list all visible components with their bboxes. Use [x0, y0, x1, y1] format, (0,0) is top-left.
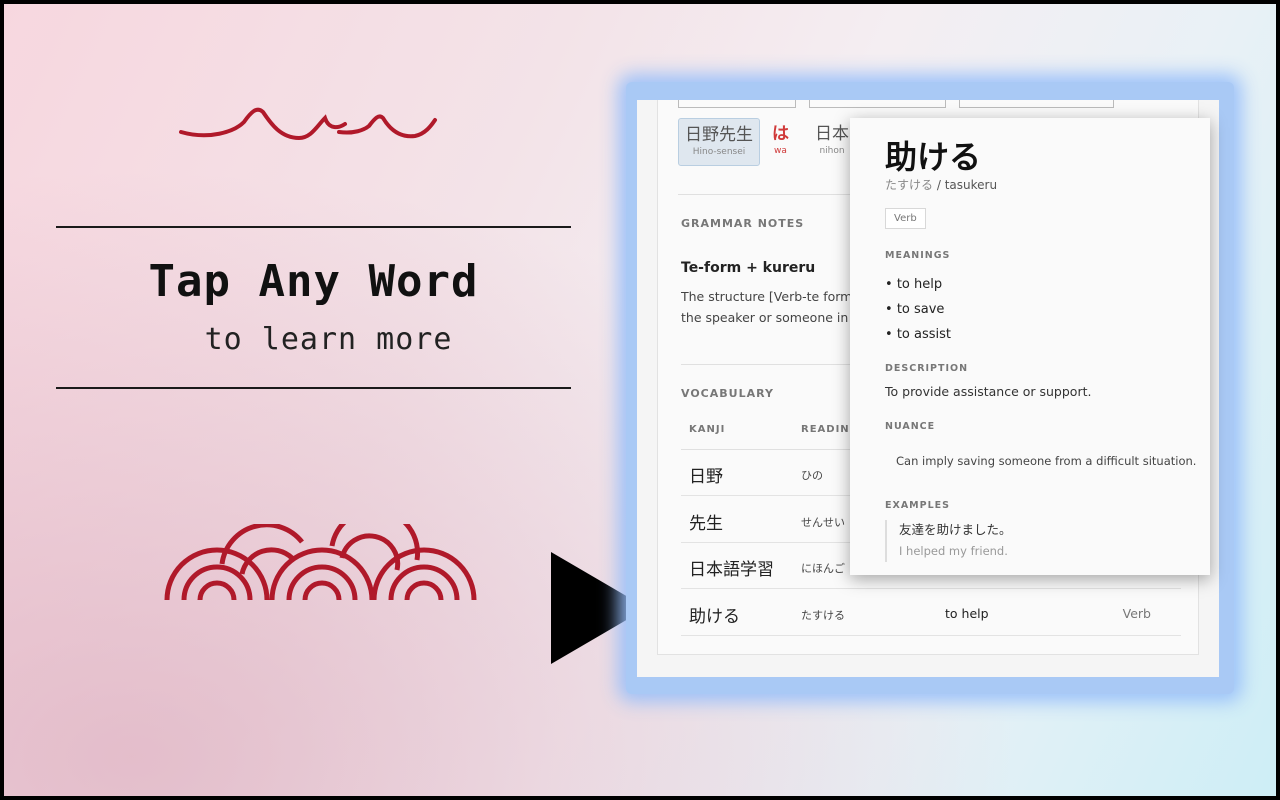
meanings-list: to help to save to assist	[885, 272, 951, 347]
particle-chip[interactable]: は wa	[766, 118, 795, 166]
bottom-divider	[56, 387, 571, 389]
row-kanji: 先生	[689, 514, 723, 534]
vocabulary-label: VOCABULARY	[681, 387, 774, 400]
promo-subline: to learn more	[204, 322, 453, 357]
chip-japanese: 日野先生	[685, 125, 753, 145]
col-kanji-header: KANJI	[689, 424, 726, 435]
chip-romaji: wa	[774, 146, 787, 156]
description-text: To provide assistance or support.	[885, 384, 1092, 399]
example-english: I helped my friend.	[899, 544, 1008, 558]
part-of-speech-badge: Verb	[885, 208, 926, 229]
example-japanese: 友達を助けました。	[899, 522, 1012, 537]
table-row[interactable]: 助ける たすける to help Verb	[681, 590, 1181, 636]
seigaiha-wave-ornament	[164, 524, 477, 600]
grammar-notes-label: GRAMMAR NOTES	[681, 217, 805, 230]
description-label: DESCRIPTION	[885, 363, 969, 374]
sentence-chips: 日野先生 Hino-sensei は wa 日本 nihon	[678, 118, 855, 166]
top-divider	[56, 226, 571, 228]
nuance-text: Can imply saving someone from a difficul…	[896, 454, 1197, 468]
popup-word: 助ける	[885, 138, 982, 176]
examples-label: EXAMPLES	[885, 500, 950, 511]
popup-reading: たすける / tasukeru	[885, 176, 997, 193]
chip-romaji: nihon	[819, 146, 845, 156]
row-kanji: 日本語学習	[689, 560, 774, 580]
popup-romaji: tasukeru	[944, 178, 998, 192]
word-chip[interactable]: 日野先生 Hino-sensei	[678, 118, 760, 166]
row-part-of-speech: Verb	[1122, 606, 1151, 621]
word-detail-popup[interactable]: 助ける たすける / tasukeru Verb MEANINGS to hel…	[850, 118, 1210, 575]
popup-separator: /	[936, 178, 941, 192]
meanings-label: MEANINGS	[885, 250, 951, 261]
popup-kana: たすける	[885, 178, 934, 192]
nuance-label: NUANCE	[885, 421, 936, 432]
chip-japanese: 日本	[815, 124, 849, 144]
chip-romaji: Hino-sensei	[692, 147, 746, 157]
grammar-title: Te-form + kureru	[681, 260, 816, 276]
meaning-item: to assist	[885, 322, 951, 347]
meaning-item: to help	[885, 272, 951, 297]
example-block: 友達を助けました。 I helped my friend.	[885, 520, 1012, 562]
grammar-body-line: The structure [Verb-te form	[681, 289, 853, 304]
row-reading: せんせい	[801, 516, 845, 529]
row-reading: ひの	[801, 469, 823, 482]
tab-edges	[678, 100, 1118, 108]
promo-headline: Tap Any Word	[148, 256, 479, 307]
grammar-body: The structure [Verb-te form the speaker …	[681, 286, 856, 330]
wave-ornament-top	[179, 107, 437, 141]
row-kanji: 日野	[689, 467, 723, 487]
grammar-body-line: the speaker or someone in	[681, 310, 849, 325]
chip-japanese: は	[772, 124, 789, 144]
row-reading: にほんご	[801, 562, 845, 575]
word-chip[interactable]: 日本 nihon	[809, 118, 855, 166]
row-meaning: to help	[945, 606, 989, 621]
row-kanji: 助ける	[689, 607, 740, 627]
row-reading: たすける	[801, 609, 845, 622]
meaning-item: to save	[885, 297, 951, 322]
